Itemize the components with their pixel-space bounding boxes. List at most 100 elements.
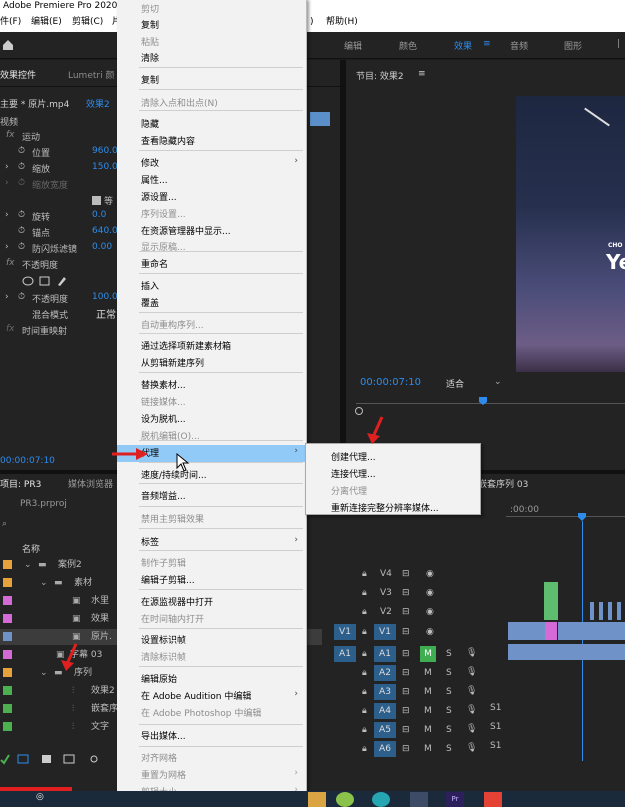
sync-icon[interactable]: ⊟ [402, 607, 410, 617]
mic-icon[interactable]: 🎙︎ [466, 743, 477, 753]
stopwatch-icon[interactable]: ⏱ [18, 178, 25, 188]
eye-icon[interactable]: ◉ [426, 569, 434, 579]
sequence-clip[interactable]: 效果2 [86, 97, 110, 110]
sync-icon[interactable]: ⊟ [402, 569, 410, 579]
menu-item[interactable]: 源设置... [141, 190, 177, 203]
opacity-value[interactable]: 100.0 [92, 292, 118, 302]
menu-item[interactable]: 属性... [141, 173, 168, 186]
timeline-tab[interactable]: 嵌套序列 03 [478, 477, 528, 490]
solo-button[interactable]: S [446, 668, 452, 678]
rotation-value[interactable]: 0.0 [92, 210, 106, 220]
menu-item[interactable]: 速度/持续时间... [141, 468, 207, 481]
menu-partial2[interactable]: ) [310, 13, 314, 32]
menu-item[interactable]: 替换素材... [141, 378, 186, 391]
stopwatch-icon[interactable]: ⏱ [18, 242, 25, 252]
mute-button[interactable]: M [420, 646, 436, 662]
anti-flicker-value[interactable]: 0.00 [92, 242, 112, 252]
lock-icon[interactable]: 🔒︎ [362, 744, 367, 754]
fit-select[interactable]: 适合 [446, 377, 464, 390]
menu-file[interactable]: 件(F) [0, 13, 21, 32]
taskbar-app-icon[interactable] [336, 792, 354, 807]
program-title[interactable]: 节目: 效果2 [356, 69, 404, 82]
menu-clip[interactable]: 剪辑(C) [72, 13, 103, 32]
menu-item[interactable]: 显示原稿... [141, 240, 186, 253]
timeline-scrollbar[interactable] [322, 774, 625, 791]
expand-icon[interactable]: › [5, 292, 9, 302]
attach-proxy-item[interactable]: 连接代理... [331, 467, 376, 480]
mic-icon[interactable]: 🎙︎ [466, 686, 477, 696]
workspace-menu-icon[interactable]: ≡ [483, 39, 491, 49]
menu-item[interactable]: 自动重构序列... [141, 318, 204, 331]
mute-button[interactable]: M [424, 668, 432, 678]
taskbar-app-icon[interactable] [410, 792, 428, 807]
scrub-handle-icon[interactable] [354, 406, 364, 416]
workspace-edit[interactable]: 编辑 [344, 39, 362, 52]
menu-item[interactable]: 剪切 [141, 2, 159, 15]
position-value[interactable]: 960.0 [92, 146, 118, 156]
menu-item[interactable]: 清除 [141, 51, 159, 64]
clip-v1[interactable] [508, 622, 545, 640]
source-clip[interactable]: 主要 * 原片.mp4 [0, 97, 69, 110]
track-a5[interactable]: A5 [374, 722, 396, 738]
reconnect-full-media-item[interactable]: 重新连接完整分辨率媒体... [331, 501, 439, 514]
lock-icon[interactable]: 🔒︎ [362, 687, 367, 697]
mic-icon[interactable]: 🎙︎ [466, 667, 477, 677]
sync-icon[interactable]: ⊟ [402, 649, 410, 659]
menu-item[interactable]: 设置标识帧 [141, 633, 186, 646]
lock-icon[interactable]: 🔒︎ [362, 627, 367, 637]
effect-controls-timecode[interactable]: 00:00:07:10 [0, 456, 55, 466]
solo-button[interactable]: S [446, 649, 452, 659]
sync-icon[interactable]: ⊟ [402, 588, 410, 598]
menu-item[interactable]: 链接媒体... [141, 395, 186, 408]
workspace-audio[interactable]: 音频 [510, 39, 528, 52]
menu-item[interactable]: 查看隐藏内容 [141, 134, 195, 147]
menu-item[interactable]: 从剪辑新建序列 [141, 356, 204, 369]
workspace-more[interactable]: | [617, 39, 620, 49]
menu-item[interactable]: 在时间轴内打开 [141, 612, 204, 625]
menu-item[interactable]: 清除入点和出点(N) [141, 96, 218, 109]
clip-a1[interactable] [508, 644, 625, 660]
track-a2[interactable]: A2 [374, 665, 396, 681]
track-a1[interactable]: A1 [374, 646, 396, 662]
lock-icon[interactable]: 🔒︎ [362, 668, 367, 678]
program-menu-icon[interactable]: ≡ [418, 69, 426, 79]
mute-button[interactable]: M [424, 687, 432, 697]
lock-icon[interactable]: 🔒︎ [362, 706, 367, 716]
clip-pink[interactable] [545, 622, 557, 640]
sync-icon[interactable]: ⊟ [402, 706, 410, 716]
mic-icon[interactable]: 🎙︎ [466, 705, 477, 715]
taskbar-app-icon[interactable] [372, 792, 390, 807]
lock-icon[interactable]: 🔒︎ [362, 725, 367, 735]
tab-project[interactable]: 项目: PR3 [0, 477, 41, 490]
mic-icon[interactable]: 🎙︎ [466, 724, 477, 734]
menu-item[interactable]: 在 Adobe Audition 中编辑 [141, 689, 251, 702]
solo-button[interactable]: S [446, 687, 452, 697]
menu-item[interactable]: 隐藏 [141, 117, 159, 130]
lock-icon[interactable]: 🔒︎ [362, 607, 367, 617]
clip-green[interactable] [544, 582, 558, 620]
workspace-color[interactable]: 颜色 [399, 39, 417, 52]
track-a3[interactable]: A3 [374, 684, 396, 700]
menu-item[interactable]: 复制 [141, 73, 159, 86]
home-icon[interactable] [2, 39, 14, 51]
playhead-icon[interactable] [478, 396, 488, 406]
blend-mode-select[interactable]: 正常 [96, 306, 116, 321]
expand-icon[interactable]: › [5, 162, 9, 172]
taskbar-app-icon[interactable] [484, 792, 502, 807]
menu-item[interactable]: 修改 [141, 156, 159, 169]
menu-item[interactable]: 在资源管理器中显示... [141, 224, 231, 237]
tab-effect-controls[interactable]: 效果控件 [0, 68, 36, 81]
menu-item[interactable]: 在源监视器中打开 [141, 595, 213, 608]
menu-item[interactable]: 导出媒体... [141, 729, 186, 742]
solo-button[interactable]: S [446, 706, 452, 716]
menu-item[interactable]: 重置为网格 [141, 768, 186, 781]
source-patch-v1[interactable]: V1 [334, 624, 356, 640]
sync-icon[interactable]: ⊟ [402, 744, 410, 754]
menu-item[interactable]: 对齐网格 [141, 751, 177, 764]
menu-item[interactable]: 粘贴 [141, 35, 159, 48]
menu-item[interactable]: 重命名 [141, 257, 168, 270]
menu-item[interactable]: 序列设置... [141, 207, 186, 220]
menu-item[interactable]: 制作子剪辑 [141, 556, 186, 569]
menu-item[interactable]: 设为脱机... [141, 412, 186, 425]
menu-item[interactable]: 禁用主剪辑效果 [141, 512, 204, 525]
